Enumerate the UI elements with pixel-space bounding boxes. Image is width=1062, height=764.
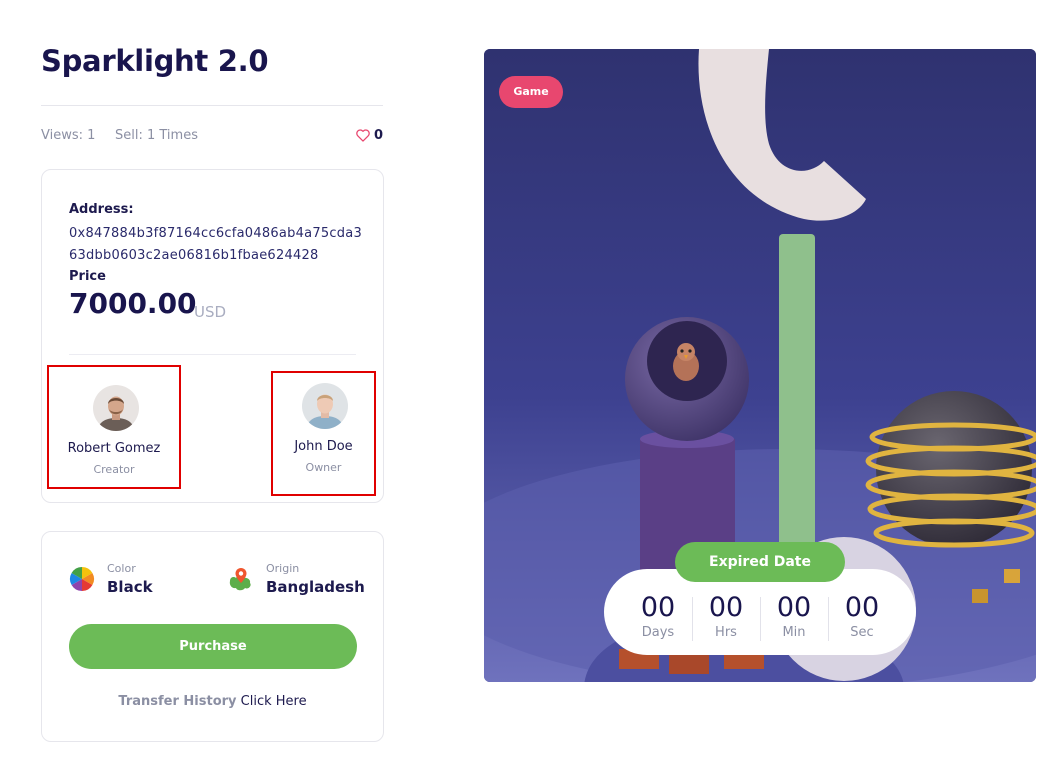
like-count: 0 (373, 128, 383, 143)
owner-role: Owner (305, 461, 342, 474)
creator-name[interactable]: Robert Gomez (49, 441, 179, 456)
price-value: 7000.00 (69, 287, 197, 320)
creator-avatar[interactable] (93, 385, 139, 431)
color-value: Black (107, 578, 153, 596)
origin-value: Bangladesh (266, 578, 365, 596)
transfer-history-label: Transfer History (118, 694, 237, 709)
owner-name[interactable]: John Doe (273, 439, 374, 454)
countdown-value: 00 (844, 591, 880, 623)
price-label: Price (69, 269, 106, 284)
category-badge[interactable]: Game (499, 76, 563, 108)
transfer-history-link[interactable]: Click Here (241, 694, 307, 709)
owner-profile[interactable]: John Doe Owner (271, 371, 376, 496)
item-title: Sparklight 2.0 (41, 44, 269, 78)
purchase-card: Color Black Origin Bangladesh Purchase T… (41, 531, 384, 742)
countdown-value: 00 (776, 591, 812, 623)
origin-attribute: Origin Bangladesh (228, 562, 365, 596)
sell-count: Sell: 1 Times (115, 128, 198, 143)
card-divider (69, 354, 356, 355)
address-value: 0x847884b3f87164cc6cfa0486ab4a75cda363db… (69, 226, 363, 263)
item-image: Game Expired Date 00 Days 00 Hrs 00 Min … (484, 49, 1036, 682)
title-divider (41, 105, 383, 106)
creator-profile[interactable]: Robert Gomez Creator (47, 365, 181, 489)
countdown-minutes: 00 Min (760, 591, 828, 641)
color-wheel-icon (69, 567, 95, 591)
countdown-unit: Days (641, 624, 675, 640)
countdown-unit: Min (782, 624, 806, 640)
countdown-days: 00 Days (624, 591, 692, 640)
owner-avatar[interactable] (302, 383, 348, 429)
address-label: Address: (69, 202, 134, 217)
heart-icon (356, 129, 370, 142)
expired-date-button[interactable]: Expired Date (675, 542, 845, 582)
views-count: Views: 1 (41, 128, 96, 143)
map-pin-icon (229, 568, 251, 591)
color-label: Color (107, 562, 136, 575)
countdown-unit: Hrs (715, 624, 737, 640)
item-info-card: Address: 0x847884b3f87164cc6cfa0486ab4a7… (41, 169, 384, 503)
countdown-value: 00 (640, 591, 676, 623)
transfer-history-row: Transfer History Click Here (42, 694, 383, 709)
price-currency: USD (194, 303, 227, 321)
origin-label: Origin (266, 562, 300, 575)
like-button[interactable]: 0 (356, 128, 383, 143)
countdown-value: 00 (708, 591, 744, 623)
countdown-seconds: 00 Sec (828, 591, 896, 641)
creator-role: Creator (93, 463, 135, 476)
color-attribute: Color Black (69, 562, 153, 596)
purchase-button[interactable]: Purchase (69, 624, 357, 669)
countdown-hours: 00 Hrs (692, 591, 760, 641)
countdown-unit: Sec (850, 624, 874, 640)
